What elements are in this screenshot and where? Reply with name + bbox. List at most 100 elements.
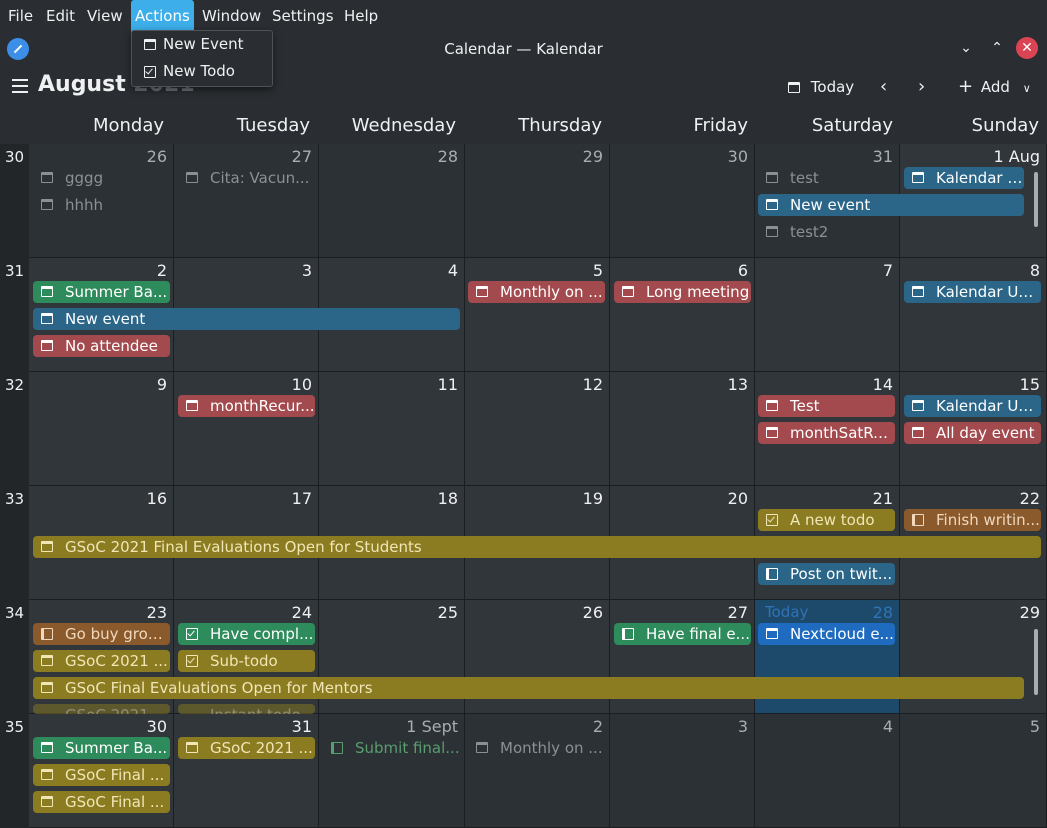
scrollbar[interactable] [1034, 172, 1038, 227]
day-number: 25 [437, 603, 458, 622]
day-cell[interactable]: 27 [174, 144, 319, 258]
event-chip[interactable]: Monthly on ... [468, 737, 605, 759]
event-chip[interactable]: Cita: Vacun... [178, 167, 315, 189]
todo-chip[interactable]: Sub-todo [178, 650, 315, 672]
day-cell[interactable]: 30 [610, 144, 755, 258]
event-chip[interactable]: Summer Ba... [33, 281, 170, 303]
add-button-label: Add [980, 78, 1010, 96]
week-number: 30 [4, 148, 25, 166]
day-number: 2 [592, 717, 603, 736]
todo-chip[interactable]: Instant todo [178, 704, 315, 714]
menu-window[interactable]: Window [198, 0, 265, 32]
event-chip[interactable]: Summer Ba... [33, 737, 170, 759]
scrollbar[interactable] [1034, 629, 1038, 695]
chevron-down-icon: ∨ [1022, 82, 1031, 95]
day-number: 1 Sept [406, 717, 458, 736]
event-chip[interactable]: test [758, 167, 895, 189]
day-cell[interactable]: 6 [610, 258, 755, 372]
close-icon[interactable]: ✕ [1016, 37, 1038, 59]
menu-edit[interactable]: Edit [42, 0, 79, 32]
event-title: New event [65, 310, 146, 328]
weekday-header: Monday Tuesday Wednesday Thursday Friday… [0, 108, 1047, 144]
day-cell[interactable]: 28 [319, 144, 465, 258]
day-cell[interactable]: 31 [174, 714, 319, 828]
actions-dropdown-menu: New Event New Todo [131, 30, 273, 87]
event-chip[interactable]: Kalendar Up... [904, 395, 1041, 417]
day-cell[interactable]: 7 [755, 258, 900, 372]
previous-month-button[interactable]: ‹ [880, 75, 887, 99]
minimize-icon[interactable]: ⌄ [955, 37, 977, 59]
event-chip[interactable]: GSoC Final ... [33, 764, 170, 786]
maximize-icon[interactable]: ⌃ [986, 37, 1008, 59]
day-number: 11 [437, 375, 458, 394]
event-chip[interactable]: GSoC Final ... [33, 791, 170, 813]
day-cell[interactable]: 9 [29, 372, 174, 486]
event-chip[interactable]: Kalendar Up [904, 167, 1024, 189]
day-cell[interactable]: 5 [900, 714, 1047, 828]
todo-chip[interactable]: A new todo [758, 509, 895, 531]
event-chip[interactable]: Long meeting [614, 281, 751, 303]
event-title: GSoC Final ... [65, 793, 165, 811]
menu-item-new-event[interactable]: New Event [132, 31, 272, 58]
event-chip[interactable]: Monthly on ... [468, 281, 605, 303]
menu-help[interactable]: Help [340, 0, 382, 32]
menu-item-new-todo[interactable]: New Todo [132, 58, 272, 85]
journal-chip[interactable]: Finish writin... [904, 509, 1041, 531]
menubar: File Edit View Actions Window Settings H… [0, 0, 1047, 32]
event-chip[interactable]: GSoC 2021 ... [178, 737, 315, 759]
day-cell[interactable]: 13 [610, 372, 755, 486]
event-title: GSoC Final Evaluations Open for Mentors [65, 679, 373, 697]
calendar-icon [41, 541, 53, 552]
menu-actions[interactable]: Actions [131, 0, 194, 32]
todo-chip[interactable]: Have compl... [178, 623, 315, 645]
menu-view[interactable]: View [83, 0, 127, 32]
add-button[interactable]: + Add ∨ [958, 75, 1031, 99]
event-chip[interactable]: GSoC Final Evaluations Open for Mentors [33, 677, 1024, 699]
event-chip[interactable]: hhhh [33, 194, 170, 216]
event-chip[interactable]: test2 [758, 221, 895, 243]
event-title: test2 [790, 223, 829, 241]
event-title: monthRecur... [210, 397, 315, 415]
day-number: 28 [872, 603, 893, 622]
event-chip[interactable]: Kalendar Up... [904, 281, 1041, 303]
day-number: 5 [592, 261, 603, 280]
day-cell[interactable]: 5 [465, 258, 610, 372]
event-chip[interactable]: New event [758, 194, 1024, 216]
event-chip[interactable]: Test [758, 395, 895, 417]
event-chip[interactable]: GSoC 2021 ... [33, 704, 170, 714]
calendar-icon [41, 682, 53, 693]
day-cell[interactable]: 12 [465, 372, 610, 486]
event-chip[interactable]: No attendee [33, 335, 170, 357]
event-title: Summer Ba... [65, 739, 168, 757]
hamburger-menu-icon[interactable] [12, 79, 28, 93]
event-chip[interactable]: All day event [904, 422, 1041, 444]
day-number: 12 [582, 375, 603, 394]
day-cell[interactable]: 11 [319, 372, 465, 486]
day-cell[interactable]: 4 [755, 714, 900, 828]
day-cell[interactable]: 8 [900, 258, 1047, 372]
event-chip[interactable]: GSoC 2021 Final Evaluations Open for Stu… [33, 536, 1041, 558]
day-number: 8 [1029, 261, 1040, 280]
menu-settings[interactable]: Settings [268, 0, 338, 32]
event-chip[interactable]: gggg [33, 167, 170, 189]
menu-file[interactable]: File [4, 0, 37, 32]
day-cell[interactable]: 10 [174, 372, 319, 486]
event-chip[interactable]: Nextcloud e... [758, 623, 895, 645]
calendar-icon [766, 199, 778, 210]
day-number: 29 [582, 147, 603, 166]
day-cell[interactable]: 3 [610, 714, 755, 828]
day-cell[interactable]: 2 [465, 714, 610, 828]
event-chip[interactable]: monthRecur... [178, 395, 315, 417]
next-month-button[interactable]: › [918, 75, 925, 99]
today-button[interactable]: Today [788, 75, 854, 99]
event-chip[interactable]: GSoC 2021 ... [33, 650, 170, 672]
event-chip[interactable]: monthSatRe... [758, 422, 895, 444]
day-cell[interactable]: 1 Sept [319, 714, 465, 828]
day-cell[interactable]: 29 [465, 144, 610, 258]
day-number: 7 [882, 261, 893, 280]
event-chip[interactable]: New event [33, 308, 460, 330]
journal-chip[interactable]: Post on twit... [758, 563, 895, 585]
journal-chip[interactable]: Have final e... [614, 623, 751, 645]
journal-chip[interactable]: Go buy groc... [33, 623, 170, 645]
journal-chip[interactable]: Submit final... [323, 737, 461, 759]
